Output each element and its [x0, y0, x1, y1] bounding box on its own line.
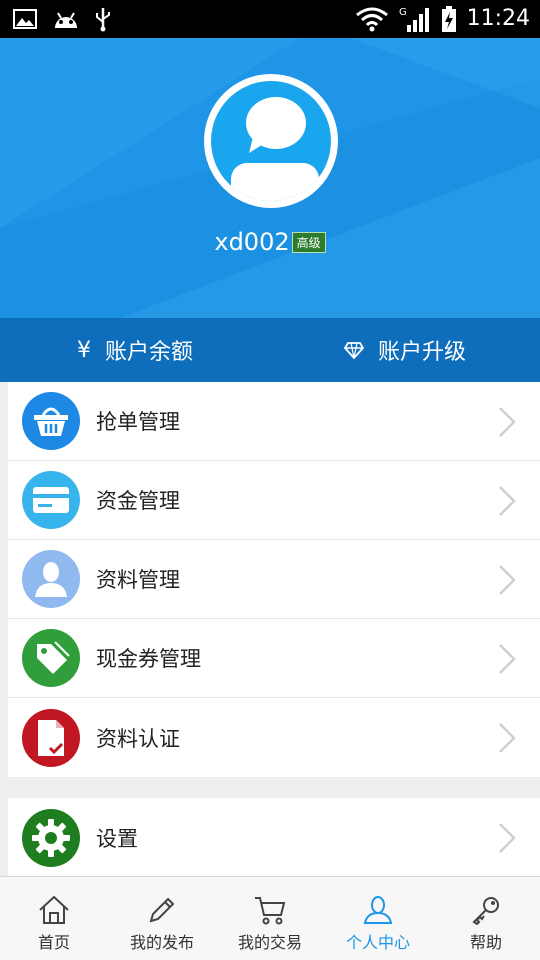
chevron-right-icon — [499, 407, 516, 437]
username: xd002 — [214, 228, 290, 256]
menu-item-funds[interactable]: 资金管理 — [8, 461, 540, 540]
menu-item-profile-data[interactable]: 资料管理 — [8, 540, 540, 619]
usb-icon — [96, 8, 110, 32]
profile-header: xd002 高级 — [0, 38, 540, 318]
image-icon — [13, 9, 37, 29]
home-icon — [39, 895, 69, 924]
bottom-navigation: 首页 我的发布 我的交易 个人中心 帮助 — [0, 876, 540, 960]
pencil-icon — [149, 897, 175, 923]
menu-item-label: 设置 — [96, 827, 138, 851]
menu-item-label: 抢单管理 — [96, 410, 180, 434]
account-bar: ¥ 账户余额 账户升级 — [0, 318, 540, 382]
menu-item-label: 现金券管理 — [96, 647, 201, 671]
chevron-right-icon — [499, 644, 516, 674]
avatar[interactable] — [204, 74, 338, 208]
yen-icon: ¥ — [76, 337, 91, 363]
wifi-icon — [355, 7, 388, 32]
chat-user-icon — [231, 97, 319, 201]
tab-label: 首页 — [37, 933, 70, 952]
status-bar: G 11:24 — [0, 0, 540, 38]
key-icon — [472, 897, 499, 925]
svg-text:G: G — [399, 7, 407, 18]
tab-my-posts[interactable]: 我的发布 — [108, 877, 216, 960]
status-time: 11:24 — [466, 6, 530, 31]
user-icon — [22, 550, 80, 608]
tab-label: 帮助 — [469, 933, 502, 952]
card-icon — [22, 471, 80, 529]
chevron-right-icon — [499, 565, 516, 595]
tab-label: 我的交易 — [237, 933, 302, 952]
tab-my-trades[interactable]: 我的交易 — [216, 877, 324, 960]
menu-item-label: 资料管理 — [96, 568, 180, 592]
main-menu: 抢单管理 资金管理 资料管理 现金券管理 资料认证 — [8, 382, 540, 777]
document-check-icon — [22, 708, 80, 767]
menu-item-verification[interactable]: 资料认证 — [8, 698, 540, 777]
account-balance-button[interactable]: ¥ 账户余额 — [0, 318, 270, 382]
menu-item-settings[interactable]: 设置 — [8, 798, 540, 878]
settings-menu: 设置 — [8, 798, 540, 878]
gear-icon — [22, 809, 80, 867]
tab-personal-center[interactable]: 个人中心 — [324, 877, 432, 960]
cart-icon — [255, 897, 286, 925]
tab-label: 个人中心 — [345, 933, 410, 952]
chevron-right-icon — [499, 486, 516, 516]
menu-item-label: 资金管理 — [96, 489, 180, 513]
android-icon — [55, 12, 77, 28]
menu-item-order-grab[interactable]: 抢单管理 — [8, 382, 540, 461]
battery-charging-icon — [441, 6, 456, 32]
diamond-icon — [343, 342, 364, 359]
tab-label: 我的发布 — [129, 933, 194, 952]
person-icon — [363, 896, 393, 924]
level-badge: 高级 — [291, 231, 326, 253]
tab-home[interactable]: 首页 — [0, 877, 108, 960]
tag-icon — [22, 629, 80, 687]
signal-icon: G — [399, 7, 429, 32]
chevron-right-icon — [499, 823, 516, 853]
basket-icon — [22, 392, 80, 450]
account-balance-label: 账户余额 — [104, 340, 193, 365]
menu-item-coupons[interactable]: 现金券管理 — [8, 619, 540, 698]
chevron-right-icon — [499, 723, 516, 753]
menu-item-label: 资料认证 — [96, 726, 180, 751]
account-upgrade-label: 账户升级 — [377, 340, 466, 365]
account-upgrade-button[interactable]: 账户升级 — [270, 318, 540, 382]
tab-help[interactable]: 帮助 — [432, 877, 540, 960]
